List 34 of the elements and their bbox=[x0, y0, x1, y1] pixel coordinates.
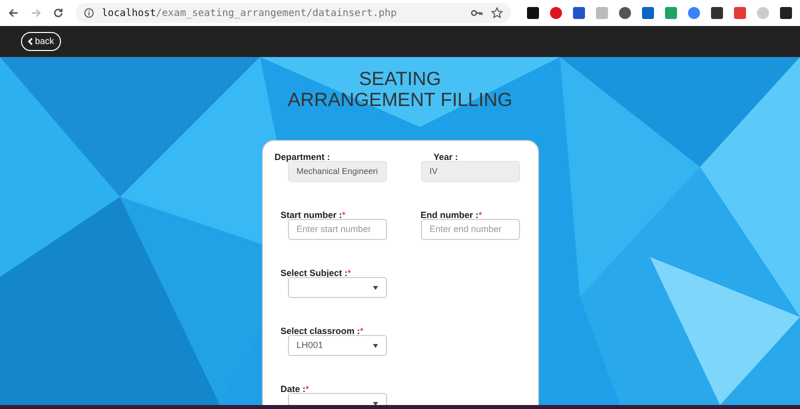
select-field[interactable] bbox=[288, 277, 386, 298]
field-label: End number : bbox=[420, 209, 478, 222]
field-label: Department : bbox=[274, 151, 330, 164]
extension-icon[interactable] bbox=[618, 7, 631, 19]
required-mark: * bbox=[306, 383, 310, 395]
extension-icon[interactable] bbox=[526, 7, 539, 19]
select-field[interactable]: LH001 bbox=[288, 335, 386, 356]
extension-icon[interactable] bbox=[780, 7, 792, 19]
dropdown-caret-icon bbox=[372, 344, 378, 348]
extension-icon[interactable] bbox=[710, 7, 723, 19]
field-label: Year : bbox=[434, 151, 458, 164]
chevron-left-icon bbox=[28, 38, 33, 45]
key-icon[interactable] bbox=[470, 8, 483, 18]
star-icon[interactable] bbox=[490, 7, 503, 19]
back-arrow-icon[interactable] bbox=[8, 7, 19, 19]
dropdown-caret-icon bbox=[372, 286, 378, 290]
extension-icon[interactable] bbox=[572, 7, 585, 19]
required-mark: * bbox=[348, 267, 352, 279]
info-icon bbox=[84, 8, 94, 18]
address-bar[interactable]: localhost/exam_seating_arrangement/datainsert.php bbox=[76, 3, 511, 23]
field-label: Select Subject : bbox=[280, 267, 348, 280]
field-label: Select classroom : bbox=[280, 325, 360, 338]
field-label: Date : bbox=[280, 383, 306, 396]
reload-icon[interactable] bbox=[53, 7, 64, 19]
page-title: ARRANGEMENT FILLING bbox=[288, 90, 512, 111]
field-label: Start number : bbox=[280, 209, 342, 222]
required-mark: * bbox=[478, 209, 482, 221]
page-title: SEATING bbox=[359, 69, 441, 90]
readonly-field: IV bbox=[420, 161, 520, 182]
required-mark: * bbox=[360, 325, 364, 337]
url-text: localhost/exam_seating_arrangement/datainsert.php bbox=[102, 6, 397, 20]
required-mark: * bbox=[342, 209, 346, 221]
readonly-field: Mechanical Engineeri bbox=[288, 161, 386, 182]
back-button[interactable]: back bbox=[21, 32, 62, 51]
